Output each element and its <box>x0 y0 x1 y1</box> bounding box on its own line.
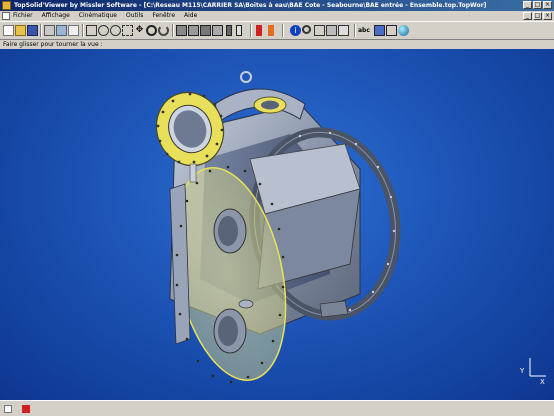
menu-aide[interactable]: Aide <box>184 12 197 20</box>
close-button[interactable]: × <box>543 1 552 9</box>
title-bar: TopSolid'Viewer by Missler Software - [C… <box>0 0 554 11</box>
new-icon[interactable] <box>3 25 14 36</box>
maximize-button[interactable]: □ <box>533 1 542 9</box>
front-view-icon[interactable] <box>188 25 199 36</box>
triad-x-label: X <box>540 378 545 386</box>
orange-marker-icon[interactable] <box>268 25 274 36</box>
refresh-icon[interactable] <box>158 25 169 36</box>
undo-icon[interactable] <box>56 25 67 36</box>
side-view-icon[interactable] <box>200 25 211 36</box>
doc-close-button[interactable]: × <box>543 12 552 20</box>
explode-icon[interactable] <box>314 25 325 36</box>
triad-y-label: Y <box>520 367 525 375</box>
rotate-icon[interactable] <box>146 25 157 36</box>
print-icon[interactable] <box>44 25 55 36</box>
app-icon <box>2 1 11 10</box>
save-icon[interactable] <box>27 25 38 36</box>
abc-text-icon[interactable]: abc <box>358 25 372 36</box>
measure-icon[interactable] <box>236 25 242 36</box>
info-icon[interactable]: i <box>290 25 301 36</box>
menu-fenetre[interactable]: Fenêtre <box>152 12 175 20</box>
toolbar-separator <box>282 24 284 37</box>
bottom-foot <box>319 300 349 318</box>
zoom-in-icon[interactable] <box>98 25 109 36</box>
zoom-all-icon[interactable] <box>86 25 97 36</box>
section-icon[interactable] <box>226 25 232 36</box>
menu-fichier[interactable]: Fichier <box>13 12 33 20</box>
hide-icon[interactable] <box>326 25 337 36</box>
menu-bar: Fichier Affichage Cinématique Outils Fen… <box>0 11 554 21</box>
axis-triad <box>529 358 546 377</box>
wire-icon[interactable] <box>386 25 397 36</box>
document-icon[interactable] <box>2 12 10 20</box>
hint-bar: Faire glisser pour tourner la vue : <box>0 40 554 49</box>
open-icon[interactable] <box>15 25 26 36</box>
toolbar: ✥ i abc <box>0 21 554 40</box>
toolbar-separator <box>354 24 356 37</box>
hint-text: Faire glisser pour tourner la vue : <box>3 41 103 48</box>
show-icon[interactable] <box>338 25 349 36</box>
sphere-icon[interactable] <box>398 25 409 36</box>
minimize-button[interactable]: _ <box>523 1 532 9</box>
top-view-icon[interactable] <box>176 25 187 36</box>
iso-view-icon[interactable] <box>212 25 223 36</box>
toolbar-separator <box>40 24 42 37</box>
toolbar-separator <box>250 24 252 37</box>
copy-icon[interactable] <box>68 25 79 36</box>
toolbar-separator <box>82 24 84 37</box>
menu-outils[interactable]: Outils <box>126 12 143 20</box>
model-drawing <box>155 71 546 384</box>
status-doc-icon[interactable] <box>4 405 12 413</box>
search-icon[interactable] <box>302 25 311 34</box>
toolbar-separator <box>172 24 174 37</box>
zoom-window-icon[interactable] <box>122 25 133 36</box>
pan-icon[interactable]: ✥ <box>134 25 145 36</box>
menu-affichage[interactable]: Affichage <box>42 12 70 20</box>
menu-cinematique[interactable]: Cinématique <box>79 12 117 20</box>
status-bar <box>0 400 554 416</box>
top-flange <box>253 96 287 114</box>
red-marker-icon[interactable] <box>256 25 262 36</box>
window-title: TopSolid'Viewer by Missler Software - [C… <box>14 2 487 9</box>
zoom-out-icon[interactable] <box>110 25 121 36</box>
3d-viewport[interactable]: Y X <box>0 49 554 400</box>
doc-restore-button[interactable]: □ <box>533 12 542 20</box>
shading-icon[interactable] <box>374 25 385 36</box>
doc-minimize-button[interactable]: _ <box>523 12 532 20</box>
status-stop-icon[interactable] <box>22 405 30 413</box>
